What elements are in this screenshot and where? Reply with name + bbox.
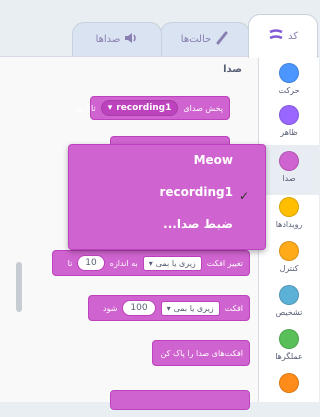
tab-sounds-label: صداها <box>95 34 121 45</box>
tab-code[interactable]: کد <box>248 14 318 58</box>
clear-effects-text: افکت‌های صدا را پاک کن <box>160 348 243 358</box>
volume-block[interactable] <box>110 390 250 410</box>
category-control[interactable]: کنترل <box>259 235 319 285</box>
change-amount-input[interactable]: 10 <box>77 255 105 271</box>
category-sensing[interactable]: تشخیص <box>259 279 319 329</box>
category-label: عملگرها <box>275 352 303 361</box>
category-sound[interactable]: صدا <box>259 145 319 195</box>
category-dot <box>279 285 299 305</box>
category-dot <box>279 151 299 171</box>
tab-costumes-label: حالت‌ها <box>180 34 212 45</box>
category-dot <box>279 329 299 349</box>
category-dot <box>279 105 299 125</box>
check-icon: ✓ <box>239 189 250 203</box>
clear-sound-effects-block[interactable]: افکت‌های صدا را پاک کن <box>152 340 250 366</box>
dropdown-arrow-icon: ▾ <box>148 258 153 268</box>
category-label: کنترل <box>279 264 299 273</box>
category-events[interactable]: رویدادها <box>259 191 319 241</box>
tab-bar: کد حالت‌ها صداها <box>0 0 318 58</box>
category-label: رویدادها <box>275 220 303 229</box>
speaker-icon <box>124 32 138 47</box>
category-dot <box>279 373 299 393</box>
effect-dropdown-value: زیری یا بمی <box>173 303 214 313</box>
dropdown-arrow-icon: ▾ <box>107 103 113 113</box>
set-value-input[interactable]: 100 <box>122 300 156 316</box>
set-effect-prefix: افکت <box>224 303 243 313</box>
tab-costumes[interactable]: حالت‌ها <box>160 22 250 56</box>
category-dot <box>279 197 299 217</box>
change-effect-by-block[interactable]: تغییر افکت زیری یا بمی ▾ به اندازه 10 تا <box>52 250 250 276</box>
palette-scrollbar[interactable] <box>16 262 22 312</box>
category-label: ظاهر <box>280 128 298 137</box>
effect-dropdown[interactable]: زیری یا بمی ▾ <box>160 300 220 316</box>
menu-item-meow[interactable]: Meow <box>194 153 233 167</box>
tab-sounds[interactable]: صداها <box>72 22 162 56</box>
menu-item-recording1[interactable]: recording1 <box>159 185 233 199</box>
section-title: صدا <box>223 64 242 75</box>
sound-dropdown[interactable]: recording1 ▾ <box>100 100 179 116</box>
category-label: حرکت <box>278 86 300 95</box>
play-sound-until-done-block[interactable]: پخش صدای recording1 ▾ تا انتها <box>76 96 230 120</box>
category-dot <box>279 63 299 83</box>
category-dot <box>279 241 299 261</box>
effect-dropdown[interactable]: زیری یا بمی ▾ <box>142 255 202 271</box>
category-label: صدا <box>282 174 296 183</box>
sound-dropdown-value: recording1 <box>116 103 172 113</box>
set-effect-suffix: شود <box>103 303 118 313</box>
category-label: تشخیص <box>275 308 303 317</box>
code-icon <box>268 29 284 44</box>
category-looks[interactable]: ظاهر <box>259 99 319 149</box>
sound-menu: Meow recording1 ✓ ضبط صدا... <box>68 144 266 250</box>
category-operators[interactable]: عملگرها <box>259 323 319 373</box>
change-effect-prefix: تغییر افکت <box>206 258 243 268</box>
tab-code-label: کد <box>287 31 298 42</box>
dropdown-arrow-icon: ▾ <box>166 303 171 313</box>
block-text-prefix: پخش صدای <box>183 103 223 113</box>
set-effect-to-block[interactable]: افکت زیری یا بمی ▾ 100 شود <box>88 295 250 321</box>
category-variables[interactable] <box>259 367 319 417</box>
change-effect-by-label: به اندازه <box>109 258 138 268</box>
category-menu: حرکت ظاهر صدا رویدادها کنترل تشخیص عملگر… <box>258 56 319 402</box>
block-text-suffix: تا انتها <box>75 103 96 113</box>
change-effect-suffix: تا <box>67 258 73 268</box>
effect-dropdown-value: زیری یا بمی <box>155 258 196 268</box>
menu-item-record[interactable]: ضبط صدا... <box>163 217 233 231</box>
brush-icon <box>215 31 229 48</box>
